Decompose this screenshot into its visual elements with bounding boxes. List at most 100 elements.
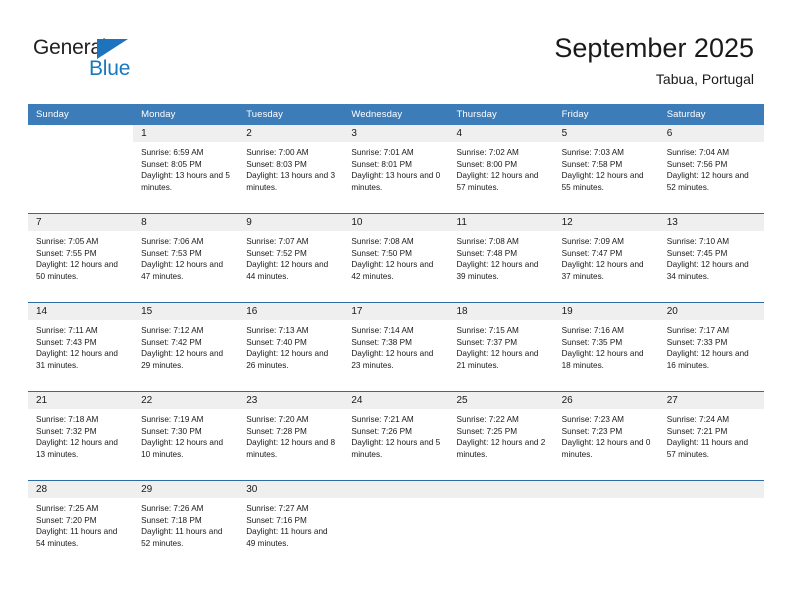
day-cell-13[interactable]: 13 Sunrise: 7:10 AM Sunset: 7:45 PM Dayligh… (658, 214, 764, 302)
day-cell-17[interactable]: 17 Sunrise: 7:14 AM Sunset: 7:38 PM Dayligh… (343, 303, 449, 391)
day-cell-26[interactable]: 26 Sunrise: 7:23 AM Sunset: 7:23 PM Dayligh… (553, 392, 659, 480)
sunset-text: Sunset: 7:50 PM (351, 248, 412, 258)
sunset-text: Sunset: 7:35 PM (561, 337, 623, 347)
sunset-text: Sunset: 7:33 PM (666, 337, 728, 347)
day-details: Sunrise: 7:16 AM Sunset: 7:35 PM Daylight:… (554, 320, 659, 371)
weekday-header-wednesday: Wednesday (351, 109, 403, 120)
calendar-weeks: 1 Sunrise: 6:59 AM Sunset: 8:05 PM Daylight… (28, 125, 764, 569)
day-cell-18[interactable]: 18 Sunrise: 7:15 AM Sunset: 7:37 PM Dayligh… (448, 303, 554, 391)
sunset-text: Sunset: 7:21 PM (666, 426, 728, 436)
daylight-text: Daylight: 11 hours and 57 minutes. (666, 438, 749, 459)
day-cell-12[interactable]: 12 Sunrise: 7:09 AM Sunset: 7:47 PM Dayligh… (553, 214, 659, 302)
day-details: Sunrise: 7:19 AM Sunset: 7:30 PM Daylight:… (133, 409, 238, 460)
day-details: Sunrise: 7:00 AM Sunset: 8:03 PM Daylight:… (238, 142, 343, 193)
sunrise-text: Sunrise: 7:20 AM (246, 415, 309, 424)
day-cell-10[interactable]: 10 Sunrise: 7:08 AM Sunset: 7:50 PM Dayligh… (343, 214, 449, 302)
day-details: Sunrise: 7:14 AM Sunset: 7:38 PM Daylight:… (343, 320, 448, 371)
day-cell-4[interactable]: 4 Sunrise: 7:02 AM Sunset: 8:00 PM Daylight… (448, 125, 554, 213)
daylight-text: Daylight: 12 hours and 26 minutes. (246, 349, 329, 370)
weekday-header-saturday: Saturday (666, 109, 706, 120)
sunrise-text: Sunrise: 7:00 AM (246, 148, 309, 157)
day-cell-empty (448, 481, 554, 569)
day-number: 3 (343, 125, 449, 142)
day-cell-1[interactable]: 1 Sunrise: 6:59 AM Sunset: 8:05 PM Daylight… (133, 125, 239, 213)
calendar-week-row: 1 Sunrise: 6:59 AM Sunset: 8:05 PM Daylight… (28, 125, 764, 213)
sunset-text: Sunset: 7:45 PM (666, 248, 728, 258)
day-cell-19[interactable]: 19 Sunrise: 7:16 AM Sunset: 7:35 PM Dayligh… (553, 303, 659, 391)
day-cell-7[interactable]: 7 Sunrise: 7:05 AM Sunset: 7:55 PM Daylight… (28, 214, 134, 302)
sunrise-text: Sunrise: 7:02 AM (456, 148, 519, 157)
day-details: Sunrise: 7:22 AM Sunset: 7:25 PM Daylight:… (449, 409, 554, 460)
day-number: 13 (658, 214, 764, 231)
sunset-text: Sunset: 7:37 PM (456, 337, 518, 347)
day-number (658, 481, 764, 498)
day-cell-23[interactable]: 23 Sunrise: 7:20 AM Sunset: 7:28 PM Dayligh… (238, 392, 344, 480)
day-details: Sunrise: 7:26 AM Sunset: 7:18 PM Daylight:… (133, 498, 238, 549)
day-cell-empty (343, 481, 449, 569)
day-cell-9[interactable]: 9 Sunrise: 7:07 AM Sunset: 7:52 PM Daylight… (238, 214, 344, 302)
day-cell-27[interactable]: 27 Sunrise: 7:24 AM Sunset: 7:21 PM Dayligh… (658, 392, 764, 480)
day-details: Sunrise: 7:08 AM Sunset: 7:48 PM Daylight:… (449, 231, 554, 282)
daylight-text: Daylight: 12 hours and 47 minutes. (141, 260, 224, 281)
day-cell-15[interactable]: 15 Sunrise: 7:12 AM Sunset: 7:42 PM Dayligh… (133, 303, 239, 391)
weekday-header-row: Sunday Monday Tuesday Wednesday Thursday Frid… (28, 104, 764, 125)
sunset-text: Sunset: 7:42 PM (141, 337, 202, 347)
day-details: Sunrise: 7:13 AM Sunset: 7:40 PM Daylight:… (238, 320, 343, 371)
day-number: 29 (133, 481, 239, 498)
day-cell-16[interactable]: 16 Sunrise: 7:13 AM Sunset: 7:40 PM Dayligh… (238, 303, 344, 391)
day-details: Sunrise: 7:01 AM Sunset: 8:01 PM Daylight:… (343, 142, 448, 193)
day-cell-30[interactable]: 30 Sunrise: 7:27 AM Sunset: 7:16 PM Dayligh… (238, 481, 344, 569)
day-cell-5[interactable]: 5 Sunrise: 7:03 AM Sunset: 7:58 PM Daylight… (553, 125, 659, 213)
day-cell-25[interactable]: 25 Sunrise: 7:22 AM Sunset: 7:25 PM Dayligh… (448, 392, 554, 480)
daylight-text: Daylight: 12 hours and 42 minutes. (351, 260, 434, 281)
day-cell-22[interactable]: 22 Sunrise: 7:19 AM Sunset: 7:30 PM Dayligh… (133, 392, 239, 480)
day-cell-3[interactable]: 3 Sunrise: 7:01 AM Sunset: 8:01 PM Daylight… (343, 125, 449, 213)
daylight-text: Daylight: 12 hours and 5 minutes. (351, 438, 441, 459)
day-details: Sunrise: 6:59 AM Sunset: 8:05 PM Daylight:… (133, 142, 238, 193)
daylight-text: Daylight: 11 hours and 52 minutes. (141, 527, 223, 548)
sunrise-text: Sunrise: 7:14 AM (351, 326, 414, 335)
weekday-header-monday: Monday (141, 109, 176, 120)
day-number (343, 481, 449, 498)
day-number: 1 (133, 125, 239, 142)
triangle-icon (97, 39, 128, 59)
day-cell-29[interactable]: 29 Sunrise: 7:26 AM Sunset: 7:18 PM Dayligh… (133, 481, 239, 569)
sunset-text: Sunset: 8:01 PM (351, 159, 412, 169)
weekday-header-thursday: Thursday (456, 109, 497, 120)
day-cell-28[interactable]: 28 Sunrise: 7:25 AM Sunset: 7:20 PM Dayligh… (28, 481, 134, 569)
sunrise-text: Sunrise: 7:08 AM (456, 237, 519, 246)
day-cell-8[interactable]: 8 Sunrise: 7:06 AM Sunset: 7:53 PM Daylight… (133, 214, 239, 302)
day-number: 16 (238, 303, 344, 320)
day-number: 4 (448, 125, 554, 142)
day-cell-6[interactable]: 6 Sunrise: 7:04 AM Sunset: 7:56 PM Daylight… (658, 125, 764, 213)
sunrise-text: Sunrise: 7:13 AM (246, 326, 309, 335)
daylight-text: Daylight: 12 hours and 16 minutes. (666, 349, 749, 370)
daylight-text: Daylight: 11 hours and 49 minutes. (246, 527, 328, 548)
day-cell-11[interactable]: 11 Sunrise: 7:08 AM Sunset: 7:48 PM Dayligh… (448, 214, 554, 302)
day-number: 14 (28, 303, 134, 320)
day-number: 24 (343, 392, 449, 409)
day-cell-24[interactable]: 24 Sunrise: 7:21 AM Sunset: 7:26 PM Dayligh… (343, 392, 449, 480)
weekday-header-friday: Friday (561, 109, 589, 120)
week-cells: 7 Sunrise: 7:05 AM Sunset: 7:55 PM Daylight… (28, 214, 764, 302)
weekday-header-sunday: Sunday (36, 109, 69, 120)
daylight-text: Daylight: 12 hours and 52 minutes. (666, 171, 749, 192)
day-number: 6 (658, 125, 764, 142)
day-number: 5 (553, 125, 659, 142)
sunrise-text: Sunrise: 6:59 AM (141, 148, 204, 157)
day-cell-21[interactable]: 21 Sunrise: 7:18 AM Sunset: 7:32 PM Dayligh… (28, 392, 134, 480)
day-number: 26 (553, 392, 659, 409)
day-cell-14[interactable]: 14 Sunrise: 7:11 AM Sunset: 7:43 PM Dayligh… (28, 303, 134, 391)
week-cells: 14 Sunrise: 7:11 AM Sunset: 7:43 PM Dayligh… (28, 303, 764, 391)
week-cells: 21 Sunrise: 7:18 AM Sunset: 7:32 PM Dayligh… (28, 392, 764, 480)
sunrise-text: Sunrise: 7:24 AM (666, 415, 730, 424)
day-cell-20[interactable]: 20 Sunrise: 7:17 AM Sunset: 7:33 PM Dayligh… (658, 303, 764, 391)
daylight-text: Daylight: 12 hours and 57 minutes. (456, 171, 539, 192)
day-number: 21 (28, 392, 134, 409)
sunrise-text: Sunrise: 7:08 AM (351, 237, 414, 246)
daylight-text: Daylight: 12 hours and 8 minutes. (246, 438, 336, 459)
day-cell-2[interactable]: 2 Sunrise: 7:00 AM Sunset: 8:03 PM Daylight… (238, 125, 344, 213)
day-details: Sunrise: 7:06 AM Sunset: 7:53 PM Daylight:… (133, 231, 238, 282)
day-number: 15 (133, 303, 239, 320)
generalblue-logo[interactable]: General Blue (33, 36, 193, 82)
